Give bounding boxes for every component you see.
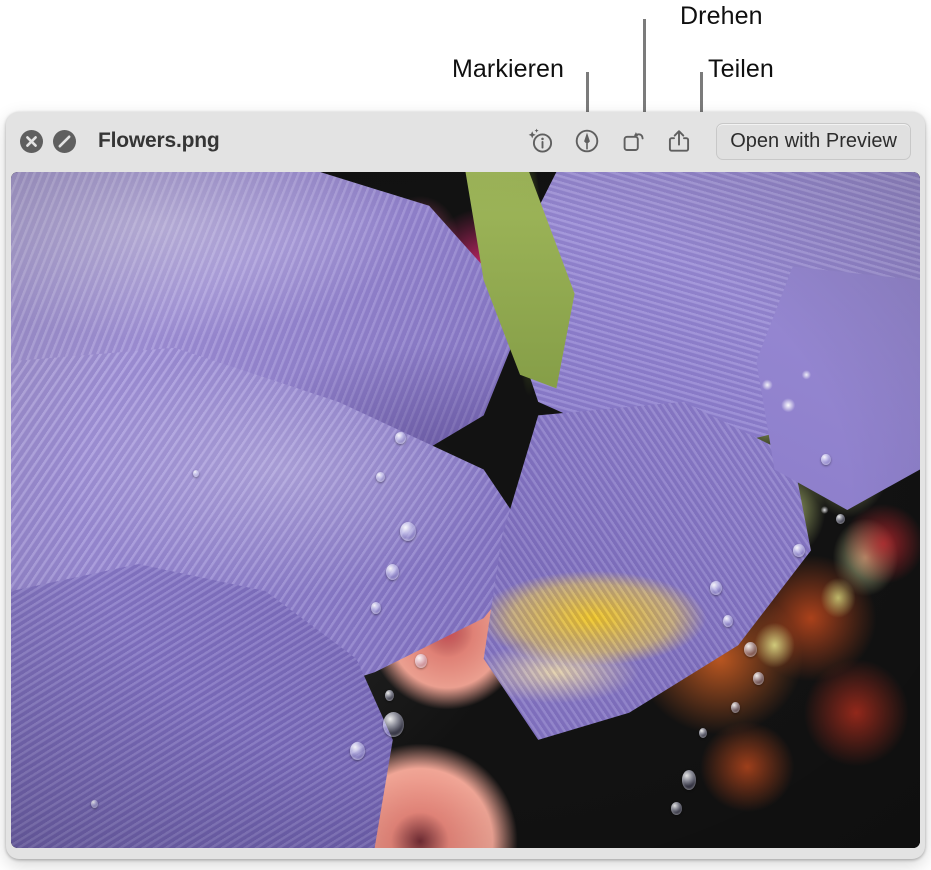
share-button[interactable]: [656, 118, 702, 164]
rotate-icon: [623, 132, 644, 151]
markup-button[interactable]: [564, 118, 610, 164]
image-preview[interactable]: [11, 172, 920, 848]
callout-leader-line-drehen: [643, 19, 646, 114]
info-icon: [528, 128, 553, 153]
callout-label-teilen: Teilen: [708, 55, 774, 83]
photo-vignette: [11, 172, 920, 848]
share-icon: [669, 130, 690, 152]
callout-leader-line-teilen: [700, 72, 703, 114]
close-icon: [26, 135, 37, 147]
close-button[interactable]: [20, 129, 43, 153]
slash-circle-icon: [58, 135, 71, 147]
window-title: Flowers.png: [98, 129, 220, 152]
rotate-button[interactable]: [610, 118, 656, 164]
callout-label-drehen: Drehen: [680, 2, 763, 30]
callout-leader-line-markieren: [586, 72, 589, 114]
quick-look-toolbar: Flowers.png Open with Preview: [6, 112, 925, 170]
screenshot-root: Markieren Drehen Teilen Flowers.png Open…: [0, 0, 931, 870]
toolbar-left-group: Flowers.png: [20, 129, 220, 153]
toolbar-right-group: Open with Preview: [518, 118, 911, 164]
markup-icon: [575, 129, 599, 153]
callout-label-markieren: Markieren: [452, 55, 565, 83]
info-button[interactable]: [518, 118, 564, 164]
fullscreen-button[interactable]: [53, 129, 76, 153]
open-with-preview-button[interactable]: Open with Preview: [716, 122, 911, 160]
quick-look-window: Flowers.png Open with Preview: [6, 112, 925, 859]
